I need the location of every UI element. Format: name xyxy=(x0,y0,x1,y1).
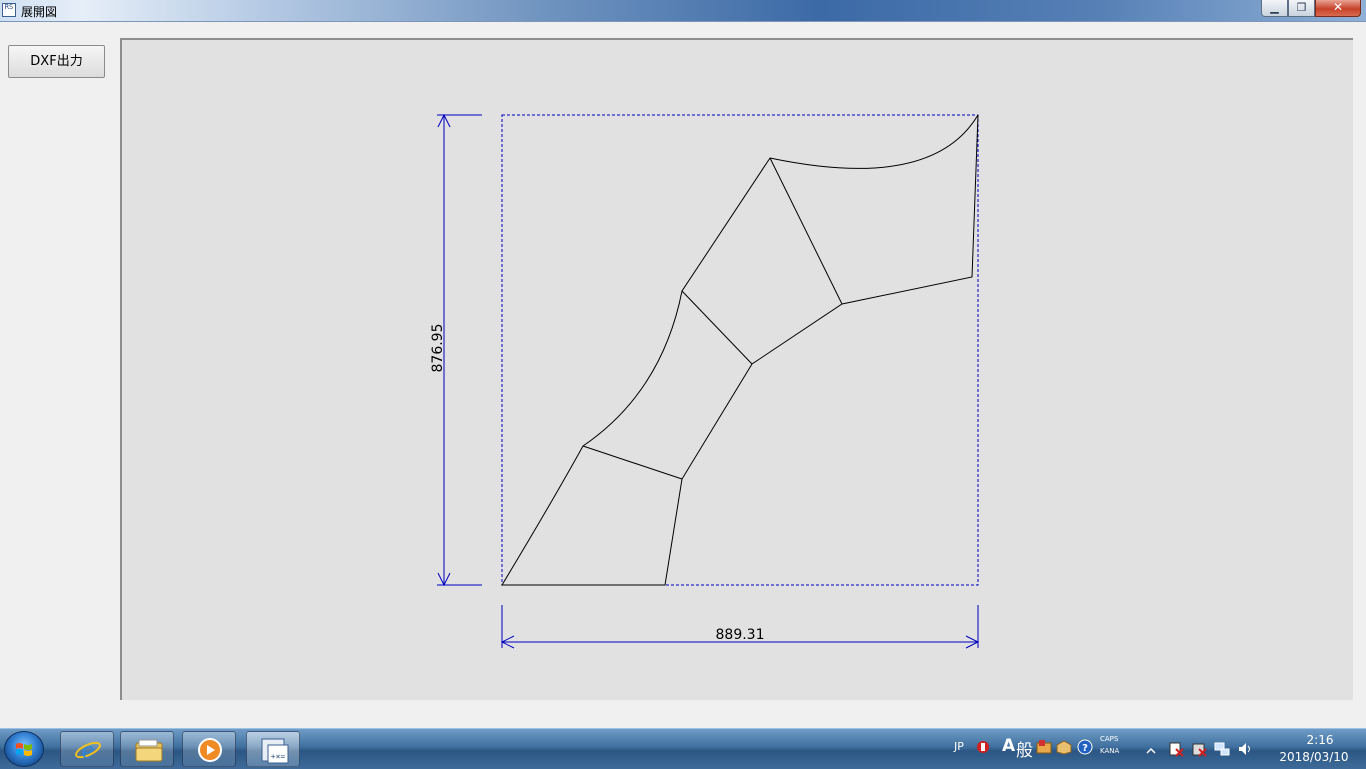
taskbar-explorer-button[interactable] xyxy=(120,731,174,767)
width-dimension-label: 889.31 xyxy=(716,627,765,643)
caps-lock-indicator: CAPS xyxy=(1100,735,1119,743)
minimize-icon: ▁ xyxy=(1270,1,1279,14)
volume-icon[interactable] xyxy=(1237,741,1251,755)
internet-explorer-icon: e xyxy=(75,739,101,763)
maximize-button[interactable]: ❐ xyxy=(1288,0,1315,17)
taskbar: e +×= JP A 般 ? CAPS KANA 2:16 2018/03/10 xyxy=(0,728,1366,769)
fold-line-2 xyxy=(681,290,753,365)
shape-outline xyxy=(501,114,979,586)
svg-text:?: ? xyxy=(1082,743,1088,754)
title-bar: RS 展開図 ▁ ❐ ✕ xyxy=(0,0,1366,22)
app-icon-text: RS xyxy=(4,3,14,11)
close-icon: ✕ xyxy=(1332,0,1344,14)
svg-text:+×=: +×= xyxy=(271,752,286,761)
security-icon[interactable] xyxy=(1191,741,1207,757)
bounding-box xyxy=(501,114,979,586)
development-drawing-canvas[interactable]: 876.95 889.31 xyxy=(120,38,1353,700)
ime-kanji-mode[interactable]: 般 xyxy=(1016,736,1033,761)
help-icon[interactable]: ? xyxy=(1077,739,1093,755)
window-title: 展開図 xyxy=(21,5,58,19)
calculator-app-icon: +×= xyxy=(261,738,289,764)
development-drawing: 876.95 889.31 xyxy=(430,113,980,649)
fold-line-3 xyxy=(769,157,843,305)
development-shape xyxy=(501,114,979,586)
show-hidden-icons-icon[interactable] xyxy=(1146,741,1160,755)
ime-tools-icon[interactable] xyxy=(1056,739,1072,755)
file-explorer-icon xyxy=(135,739,163,762)
maximize-icon: ❐ xyxy=(1296,1,1307,14)
clock-time[interactable]: 2:16 xyxy=(1280,733,1360,747)
windows-logo-icon xyxy=(16,743,32,756)
action-center-icon[interactable] xyxy=(1168,741,1184,757)
svg-text:e: e xyxy=(81,739,94,763)
minimize-button[interactable]: ▁ xyxy=(1261,0,1288,17)
ime-status-icon[interactable] xyxy=(976,739,990,753)
taskbar-media-button[interactable] xyxy=(182,731,236,767)
height-dimension-label: 876.95 xyxy=(430,324,446,373)
taskbar-ie-button[interactable]: e xyxy=(60,731,114,767)
app-icon[interactable]: RS xyxy=(2,3,16,17)
kana-lock-indicator: KANA xyxy=(1100,747,1120,755)
media-player-icon xyxy=(198,738,222,762)
clock-date[interactable]: 2018/03/10 xyxy=(1268,750,1360,764)
system-tray: JP A 般 ? CAPS KANA 2:16 2018/03/10 xyxy=(950,729,1366,769)
dxf-export-button[interactable]: DXF出力 xyxy=(8,45,105,78)
fold-line-1 xyxy=(582,445,683,480)
language-indicator[interactable]: JP xyxy=(954,740,964,753)
close-button[interactable]: ✕ xyxy=(1315,0,1361,17)
ime-dictionary-icon[interactable] xyxy=(1036,739,1052,754)
start-button[interactable] xyxy=(4,731,44,767)
network-icon[interactable] xyxy=(1214,741,1230,756)
ime-input-mode[interactable]: A xyxy=(1002,736,1015,756)
taskbar-active-app-button[interactable]: +×= xyxy=(246,731,300,767)
